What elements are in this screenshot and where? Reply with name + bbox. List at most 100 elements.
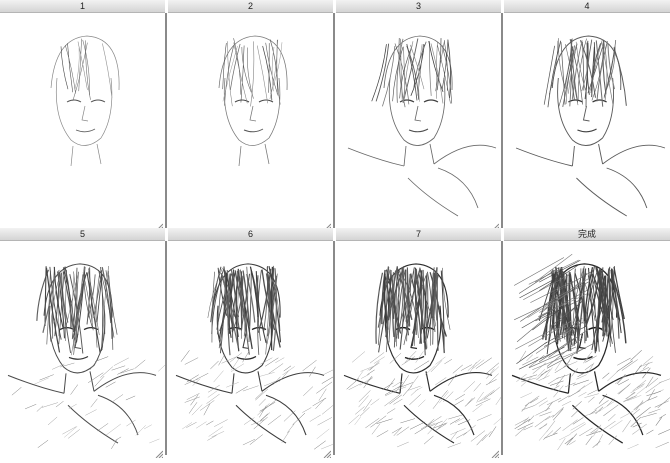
shading-hatch: [374, 357, 385, 364]
shading-hatch: [303, 387, 313, 396]
shading-hatch: [52, 364, 64, 369]
shading-hatch: [222, 357, 237, 364]
hair-strand: [108, 271, 117, 335]
shading-hatch: [573, 401, 582, 409]
sketch-canvas: [336, 13, 501, 228]
hair-strand: [403, 39, 418, 103]
shading-hatch: [597, 434, 603, 445]
shading-hatch: [284, 366, 291, 371]
hair-strand: [88, 271, 99, 335]
shading-hatch: [477, 392, 484, 401]
shading-hatch: [435, 357, 445, 365]
hair-strand: [257, 46, 267, 104]
shading-hatch: [599, 402, 615, 412]
hair-strand: [37, 270, 49, 321]
resize-grip-icon[interactable]: [491, 445, 499, 453]
panel-title: 2: [168, 0, 333, 13]
shading-hatch: [268, 415, 281, 425]
stage-panel-2: 2: [168, 0, 333, 228]
shoulders: [8, 373, 156, 394]
shading-hatch: [470, 362, 477, 372]
shading-hatch: [38, 440, 48, 448]
shading-hatch: [539, 432, 546, 441]
shading-hatch: [360, 407, 370, 416]
shading-hatch: [585, 411, 601, 416]
shading-hatch: [528, 416, 534, 423]
resize-grip-icon[interactable]: [323, 445, 331, 453]
shading-hatch: [401, 375, 408, 386]
shading-hatch: [658, 428, 670, 434]
arm-outline: [236, 395, 306, 443]
shading-hatch: [619, 384, 631, 395]
shading-hatch: [453, 365, 463, 373]
mouth: [237, 356, 256, 359]
resize-grip-icon[interactable]: [155, 218, 163, 226]
shading-hatch: [464, 381, 475, 392]
shading-hatch: [400, 419, 415, 423]
shading-hatch: [208, 385, 220, 392]
shading-hatch: [573, 417, 583, 424]
shading-hatch: [576, 375, 586, 380]
stage-panel-1: 1: [0, 0, 165, 228]
shading-hatch: [535, 416, 550, 427]
shading-hatch: [482, 431, 492, 441]
shading-hatch: [196, 422, 206, 429]
left-eye: [67, 100, 81, 102]
shading-hatch: [361, 374, 369, 378]
shading-hatch: [454, 400, 464, 406]
resize-grip-icon[interactable]: [323, 218, 331, 226]
shading-hatch: [489, 426, 496, 437]
resize-grip-icon[interactable]: [491, 218, 499, 226]
shading-hatch: [617, 358, 630, 365]
shading-hatch: [646, 391, 660, 396]
shading-hatch: [656, 442, 669, 448]
shading-hatch: [390, 395, 402, 404]
shading-hatch: [259, 399, 266, 406]
panel-title: 6: [168, 228, 333, 241]
resize-grip-icon[interactable]: [155, 445, 163, 453]
shading-hatch: [476, 358, 492, 369]
shading-hatch: [538, 376, 549, 381]
right-eye: [424, 100, 438, 102]
shading-hatch: [136, 425, 146, 435]
shading-hatch: [361, 366, 375, 372]
neck: [572, 144, 602, 166]
shading-hatch: [610, 420, 623, 429]
shading-hatch: [387, 409, 395, 414]
shading-hatch: [568, 390, 580, 397]
shading-hatch: [69, 404, 77, 409]
shading-hatch: [623, 395, 637, 402]
portrait-sketch: [504, 241, 670, 455]
portrait-sketch: [504, 13, 670, 228]
shading-hatch: [287, 424, 294, 433]
neck: [232, 371, 262, 393]
shading-hatch: [397, 442, 409, 447]
panel-title: 4: [504, 0, 670, 13]
shading-hatch: [552, 407, 563, 417]
shading-hatch: [588, 397, 594, 403]
shading-hatch: [456, 432, 467, 438]
hair-strand: [68, 43, 73, 92]
shading-hatch: [42, 403, 58, 408]
shading-hatch: [323, 368, 333, 374]
nose: [415, 106, 421, 121]
shading-hatch: [584, 351, 592, 361]
shading-hatch: [557, 438, 565, 450]
shading-hatch: [100, 367, 113, 378]
shading-hatch: [397, 427, 409, 436]
shading-hatch: [85, 409, 96, 415]
portrait-sketch: [336, 241, 501, 455]
shading-hatch: [206, 421, 213, 425]
shading-hatch: [303, 360, 317, 371]
shading-hatch: [530, 398, 538, 403]
shading-hatch: [523, 417, 529, 423]
shading-hatch: [569, 441, 576, 445]
shading-hatch: [68, 429, 80, 438]
shading-hatch: [579, 428, 592, 436]
hair-strand: [578, 39, 586, 101]
shading-hatch: [477, 414, 492, 420]
shading-hatch: [414, 361, 429, 370]
panel-divider: [501, 13, 503, 228]
shading-hatch: [562, 401, 571, 406]
shading-hatch: [595, 407, 603, 414]
